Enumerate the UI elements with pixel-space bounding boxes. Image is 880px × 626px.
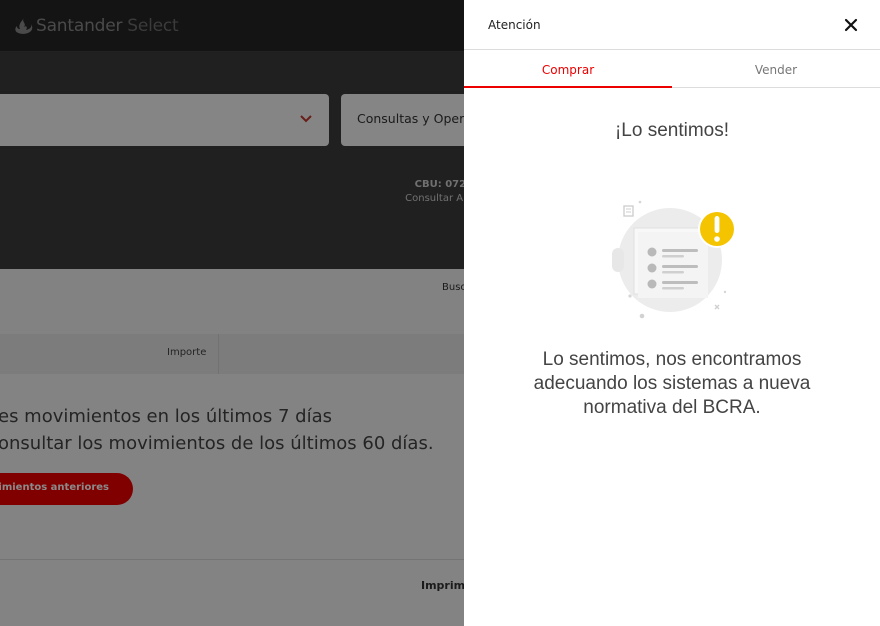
attention-panel: Atención Comprar Vender ¡Lo sentimos! Lo… [464,0,880,626]
panel-tabs: Comprar Vender [464,50,880,88]
sorry-heading: ¡Lo sentimos! [614,120,730,141]
panel-header: Atención [464,0,880,50]
tab-comprar[interactable]: Comprar [464,50,672,88]
sorry-message: Lo sentimos, nos encontramos adecuando l… [533,349,811,418]
close-icon[interactable] [842,16,860,34]
panel-title: Atención [488,18,541,32]
document-warning-illustration [612,200,736,319]
warning-icon [698,210,736,248]
tab-vender[interactable]: Vender [672,50,880,88]
